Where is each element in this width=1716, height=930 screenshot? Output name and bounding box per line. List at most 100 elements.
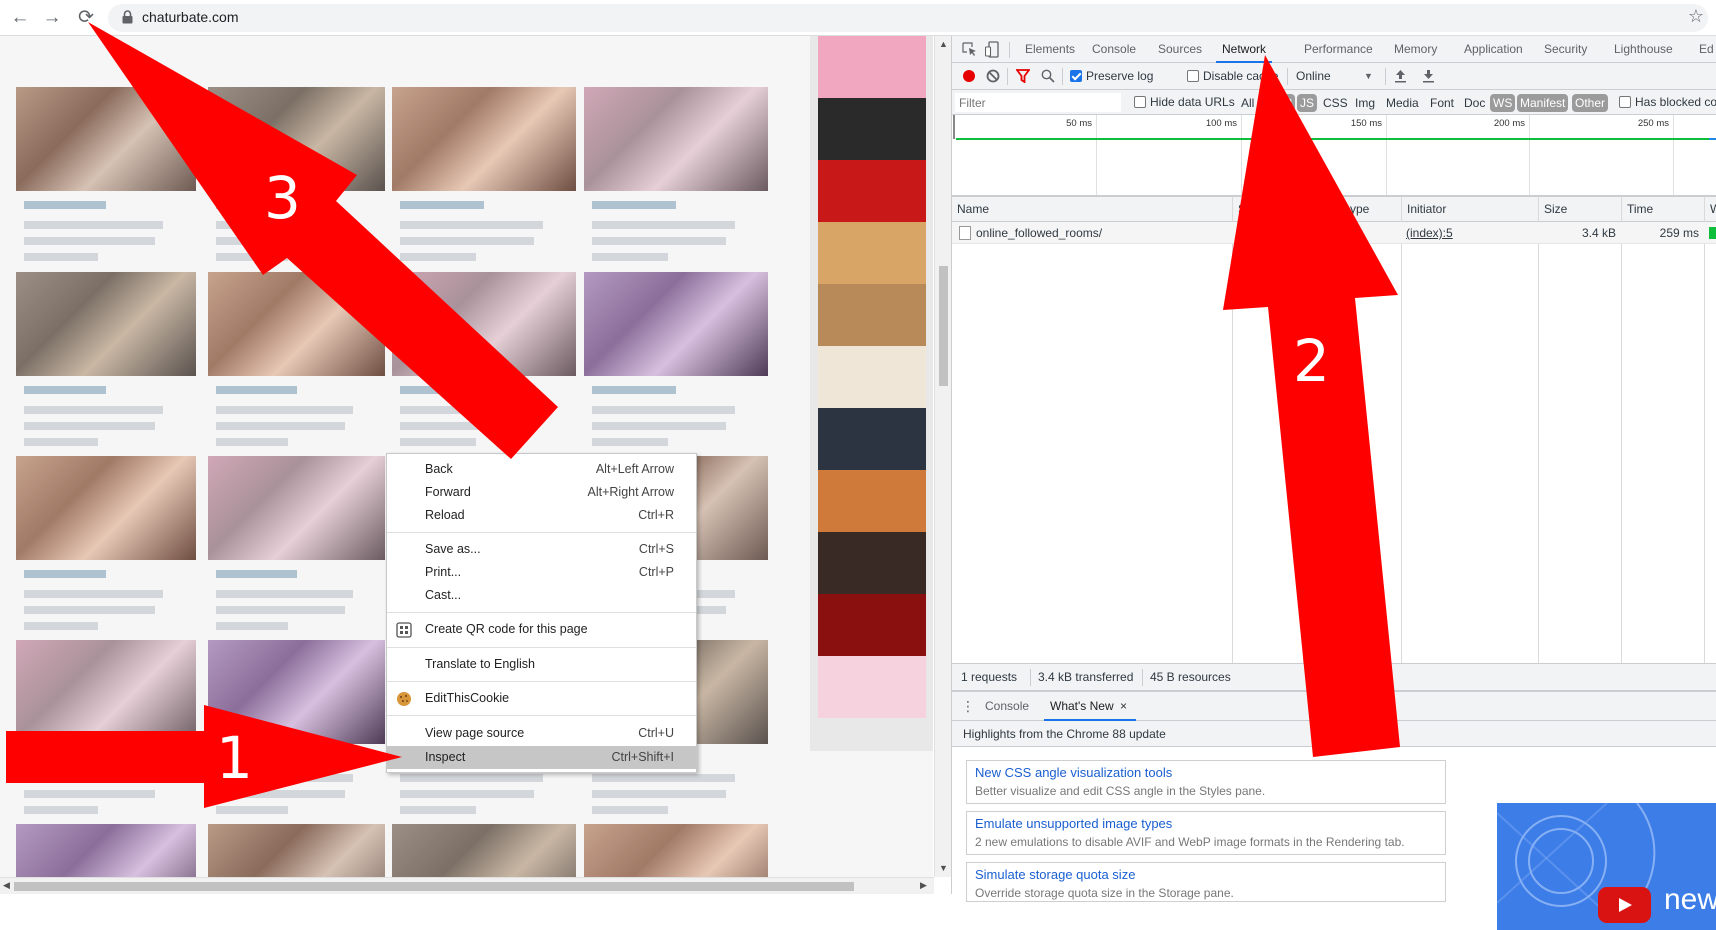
forward-button[interactable]: →: [40, 6, 64, 30]
room-thumbnail[interactable]: [584, 824, 768, 877]
filter-type-ws[interactable]: WS: [1490, 94, 1516, 112]
filter-type-media[interactable]: Media: [1383, 94, 1422, 112]
card-title-link[interactable]: Emulate unsupported image types: [975, 815, 1437, 833]
menu-item-print[interactable]: Print... Ctrl+P: [387, 561, 696, 584]
card-title-link[interactable]: New CSS angle visualization tools: [975, 764, 1437, 782]
back-button[interactable]: ←: [8, 6, 32, 30]
checkbox-unchecked[interactable]: [1619, 96, 1631, 108]
card-title-link[interactable]: Simulate storage quota size: [975, 866, 1437, 884]
filter-type-css[interactable]: CSS: [1320, 94, 1351, 112]
room-thumbnail[interactable]: [16, 824, 196, 877]
filter-type-js[interactable]: JS: [1297, 94, 1318, 112]
menu-item-reload[interactable]: Reload Ctrl+R: [387, 504, 696, 527]
whats-new-video-thumbnail[interactable]: new: [1497, 803, 1716, 930]
import-har-icon[interactable]: [1394, 69, 1407, 83]
filter-type-doc[interactable]: Doc: [1461, 94, 1488, 112]
tab-network[interactable]: Network: [1216, 36, 1273, 63]
room-thumbnail[interactable]: [392, 87, 576, 191]
menu-item-save-as[interactable]: Save as... Ctrl+S: [387, 538, 696, 561]
room-thumbnail[interactable]: [584, 272, 768, 376]
whats-new-card[interactable]: Simulate storage quota size Override sto…: [966, 862, 1446, 902]
hide-data-urls-checkbox[interactable]: Hide data URLs: [1134, 93, 1235, 112]
bookmark-star-icon[interactable]: ☆: [1688, 6, 1704, 27]
side-ad-strip[interactable]: [810, 36, 933, 751]
menu-item-translate[interactable]: Translate to English: [387, 653, 696, 676]
tab-performance[interactable]: Performance: [1298, 36, 1379, 63]
room-thumbnail[interactable]: [208, 456, 385, 560]
tab-more[interactable]: Ed: [1693, 36, 1716, 63]
whats-new-card[interactable]: New CSS angle visualization tools Better…: [966, 760, 1446, 804]
checkbox-unchecked[interactable]: [1134, 96, 1146, 108]
column-header-size[interactable]: Size: [1538, 197, 1621, 222]
drawer-tab-whats-new[interactable]: What's New ×: [1044, 692, 1136, 721]
request-name[interactable]: online_followed_rooms/: [971, 222, 1107, 244]
disable-cache-checkbox[interactable]: Disable cache: [1187, 67, 1278, 86]
tab-elements[interactable]: Elements: [1019, 36, 1081, 63]
column-header-initiator[interactable]: Initiator: [1401, 197, 1538, 222]
room-thumbnail[interactable]: [16, 272, 196, 376]
has-blocked-cookies-checkbox[interactable]: Has blocked cookies: [1619, 93, 1716, 112]
tab-sources[interactable]: Sources: [1152, 36, 1208, 63]
room-thumbnail[interactable]: [584, 87, 768, 191]
checkbox-unchecked[interactable]: [1187, 70, 1199, 82]
room-thumbnail[interactable]: [16, 87, 196, 191]
menu-item-cast[interactable]: Cast...: [387, 584, 696, 607]
room-thumbnail[interactable]: [208, 272, 385, 376]
scroll-up-arrow-icon[interactable]: ▲: [939, 36, 948, 53]
scroll-right-arrow-icon[interactable]: ▶: [920, 877, 927, 894]
column-header-time[interactable]: Time: [1621, 197, 1704, 222]
reload-button[interactable]: ⟳: [74, 6, 98, 30]
filter-type-all[interactable]: All: [1238, 94, 1257, 112]
tab-application[interactable]: Application: [1458, 36, 1529, 63]
whats-new-card[interactable]: Emulate unsupported image types 2 new em…: [966, 811, 1446, 855]
youtube-play-button[interactable]: [1598, 887, 1651, 923]
tab-memory[interactable]: Memory: [1388, 36, 1443, 63]
room-thumbnail[interactable]: [208, 87, 385, 191]
menu-item-back[interactable]: Back Alt+Left Arrow: [387, 458, 696, 481]
menu-item-view-source[interactable]: View page source Ctrl+U: [387, 722, 696, 745]
filter-type-other[interactable]: Other: [1572, 94, 1609, 112]
page-horizontal-scrollbar[interactable]: ◀ ▶: [0, 877, 934, 894]
tab-console[interactable]: Console: [1086, 36, 1142, 63]
room-thumbnail[interactable]: [16, 456, 196, 560]
filter-type-img[interactable]: Img: [1352, 94, 1378, 112]
room-thumbnail[interactable]: [208, 640, 385, 744]
column-header-name[interactable]: Name: [952, 197, 1232, 222]
scrollbar-thumb[interactable]: [939, 266, 948, 386]
export-har-icon[interactable]: [1422, 69, 1435, 83]
table-row[interactable]: online_followed_rooms/ 200 (index):5 3.4…: [952, 222, 1716, 244]
tab-lighthouse[interactable]: Lighthouse: [1608, 36, 1679, 63]
menu-item-create-qr-code[interactable]: Create QR code for this page: [387, 618, 696, 641]
room-thumbnail[interactable]: [208, 824, 385, 877]
room-thumbnail[interactable]: [16, 640, 196, 744]
scroll-down-arrow-icon[interactable]: ▼: [939, 860, 948, 877]
menu-item-forward[interactable]: Forward Alt+Right Arrow: [387, 481, 696, 504]
clear-icon[interactable]: [986, 69, 1000, 83]
filter-type-xhr[interactable]: XHR: [1264, 94, 1296, 112]
filter-icon[interactable]: [1016, 69, 1030, 83]
request-initiator-link[interactable]: (index):5: [1401, 222, 1458, 244]
menu-item-inspect[interactable]: Inspect Ctrl+Shift+I: [387, 746, 696, 769]
preserve-log-checkbox[interactable]: Preserve log: [1070, 67, 1153, 86]
column-header-waterfall[interactable]: W: [1704, 197, 1716, 222]
filter-input[interactable]: [955, 93, 1121, 112]
scrollbar-thumb[interactable]: [14, 882, 854, 891]
address-bar[interactable]: chaturbate.com ☆: [108, 4, 1708, 32]
device-toolbar-icon[interactable]: [985, 41, 999, 58]
inspect-element-icon[interactable]: [962, 42, 977, 57]
tab-security[interactable]: Security: [1538, 36, 1593, 63]
timeline-handle[interactable]: [953, 115, 955, 139]
scroll-left-arrow-icon[interactable]: ◀: [3, 877, 10, 894]
filter-type-font[interactable]: Font: [1427, 94, 1457, 112]
room-thumbnail[interactable]: [392, 824, 576, 877]
url-text[interactable]: chaturbate.com: [142, 9, 239, 25]
menu-item-editthiscookie[interactable]: EditThisCookie: [387, 687, 696, 710]
column-header-type[interactable]: ype: [1303, 197, 1401, 222]
record-icon[interactable]: [962, 69, 976, 83]
drawer-tab-console[interactable]: Console: [979, 692, 1035, 721]
checkbox-checked[interactable]: [1070, 70, 1082, 82]
network-overview-timeline[interactable]: 50 ms 100 ms 150 ms 200 ms 250 ms: [952, 115, 1716, 197]
drawer-menu-icon[interactable]: ⋮: [961, 696, 975, 716]
page-vertical-scrollbar[interactable]: ▲ ▼: [934, 36, 951, 877]
search-icon[interactable]: [1041, 69, 1055, 83]
